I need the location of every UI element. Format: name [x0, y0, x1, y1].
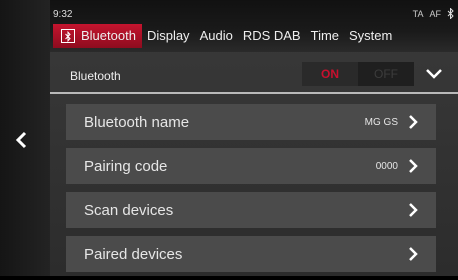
- row-label: Bluetooth name: [84, 114, 190, 131]
- main-panel: 9:32 TA AF Bluetooth Display Audio RDS D…: [50, 0, 458, 276]
- row-label: Scan devices: [84, 202, 174, 219]
- back-button[interactable]: [11, 128, 31, 152]
- chevron-left-icon: [15, 131, 27, 149]
- chevron-right-icon: [409, 203, 418, 217]
- toggle-off[interactable]: OFF: [358, 62, 414, 86]
- row-paired-devices[interactable]: Paired devices: [66, 236, 436, 272]
- chevron-right-icon: [409, 247, 418, 261]
- header-label: Bluetooth: [70, 69, 121, 83]
- status-indicators: TA AF: [413, 8, 454, 19]
- bluetooth-icon: [447, 8, 454, 19]
- bluetooth-toggle[interactable]: ON OFF: [302, 62, 414, 86]
- bluetooth-icon: [61, 29, 75, 43]
- chevron-right-icon: [409, 159, 418, 173]
- row-value: 0000: [375, 161, 398, 172]
- chevron-right-icon: [409, 115, 418, 129]
- top-bar: 9:32 TA AF Bluetooth Display Audio RDS D…: [50, 0, 458, 52]
- tab-system[interactable]: System: [344, 24, 397, 48]
- tab-audio[interactable]: Audio: [195, 24, 238, 48]
- ta-indicator: TA: [412, 8, 424, 19]
- settings-list: Bluetooth name MG GS Pairing code 0000 S…: [66, 104, 436, 280]
- row-scan-devices[interactable]: Scan devices: [66, 192, 436, 228]
- tab-bluetooth[interactable]: Bluetooth: [53, 24, 142, 48]
- row-pairing-code[interactable]: Pairing code 0000: [66, 148, 436, 184]
- back-panel: [0, 0, 50, 276]
- row-label: Paired devices: [84, 246, 183, 263]
- bluetooth-header: Bluetooth ON OFF: [50, 58, 458, 94]
- settings-screen: 9:32 TA AF Bluetooth Display Audio RDS D…: [0, 0, 458, 276]
- row-bluetooth-name[interactable]: Bluetooth name MG GS: [66, 104, 436, 140]
- af-indicator: AF: [429, 8, 441, 19]
- chevron-down-icon[interactable]: [425, 67, 443, 81]
- row-label: Pairing code: [84, 158, 168, 175]
- row-value: MG GS: [364, 117, 398, 128]
- tab-time[interactable]: Time: [306, 24, 344, 48]
- toggle-on[interactable]: ON: [302, 62, 358, 86]
- tab-display[interactable]: Display: [142, 24, 195, 48]
- clock: 9:32: [53, 9, 73, 20]
- tab-label: Bluetooth: [81, 28, 136, 43]
- tab-rds-dab[interactable]: RDS DAB: [238, 24, 306, 48]
- tab-bar: Bluetooth Display Audio RDS DAB Time Sys…: [53, 24, 397, 48]
